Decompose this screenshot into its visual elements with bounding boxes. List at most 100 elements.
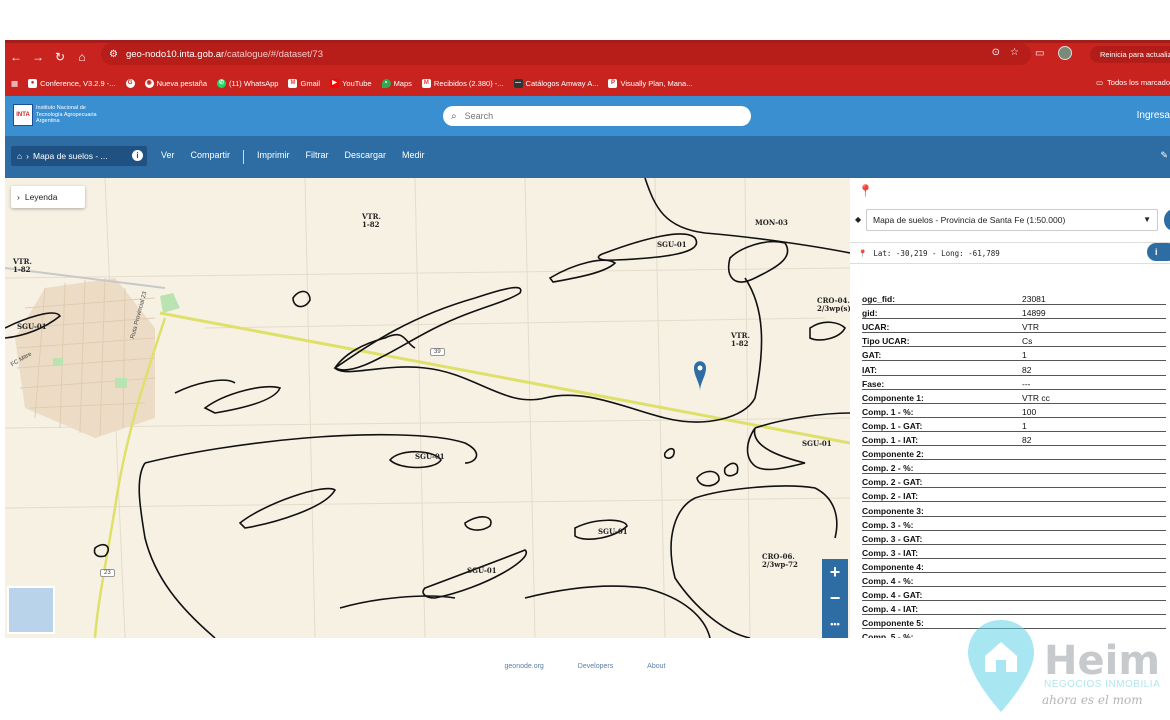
logo-line: Argentina [36,118,60,125]
coordinates-text: Lat: -30,219 - Long: -61,789 [873,248,1000,258]
attribute-key: Comp. 1 - IAT: [862,435,919,446]
home-icon[interactable]: ⌂ [71,46,93,68]
attribute-key: Comp. 2 - %: [862,463,914,474]
attribute-key: ogc_fid: [862,294,896,305]
bookmark-item[interactable]: — Catálogos Amway A... [513,78,598,88]
bookmark-item[interactable]: • Maps [381,78,412,88]
layer-select[interactable]: Mapa de suelos - Provincia de Santa Fe (… [866,209,1158,231]
site-settings-icon[interactable]: ⚙ [109,49,118,60]
layer-action-button[interactable] [1164,209,1170,231]
bookmarks-bar: ▦ ● Conference, V3.2.9 -... G ◉ Nueva pest… [5,73,1170,93]
map-drawing [5,178,850,638]
attribute-row: Comp. 1 - %: 100 [862,404,1166,418]
login-link[interactable]: Ingresa [1137,110,1170,121]
coordinates-bar: 📍 Lat: -30,219 - Long: -61,789 [850,242,1170,264]
menu-medir[interactable]: Medir [394,150,433,164]
info-button[interactable]: i [1147,243,1170,261]
legend-label: Leyenda [24,192,58,202]
attribute-value: 82 [1022,364,1032,375]
bookmark-item[interactable]: M Gmail [288,78,320,88]
forward-icon[interactable]: → [27,46,49,68]
bookmark-item[interactable]: P Visually Plan, Mana... [608,78,692,88]
map-label-sgu-5: SGU-01 [598,527,628,536]
map-label-vtr-2: VTR. 1-82 [13,257,32,274]
map-canvas[interactable]: › Leyenda VTR. 1-82 VTR. 1-82 VTR. 1-82 … [5,178,850,638]
home-icon[interactable]: ⌂ [17,151,22,161]
menu-ver[interactable]: Ver [153,150,183,164]
watermark: Heim NEGOCIOS INMOBILIA ahora es el mom [966,618,1170,718]
avatar[interactable] [1058,46,1073,60]
zoom-in-button[interactable]: + [822,559,848,585]
map-label-vtr-3: VTR. 1-82 [731,331,750,348]
chrome-icon: G [125,78,135,88]
legend-toggle[interactable]: › Leyenda [11,186,85,208]
search-bar[interactable]: ⌕ [443,106,751,126]
attribute-key: Comp. 1 - %: [862,406,914,417]
info-icon[interactable]: i [132,150,143,161]
bookmark-item[interactable]: ● Conference, V3.2.9 -... [28,78,116,88]
edit-icon[interactable]: ✎ [1160,150,1168,161]
star-icon[interactable]: ☆ [1010,47,1019,58]
all-bookmarks[interactable]: ▭ Todos los marcado [1096,78,1170,87]
zoom-out-button[interactable]: − [822,585,848,611]
attribute-row: Comp. 1 - IAT: 82 [862,432,1166,447]
location-marker[interactable] [694,361,706,391]
toolbar-menu: Ver Compartir Imprimir Filtrar Descargar… [153,150,433,164]
more-button[interactable]: ••• [822,611,848,637]
road-23-shield: 23 [100,569,115,577]
menu-filtrar[interactable]: Filtrar [298,150,337,164]
map-label-sgu-2: SGU-01 [17,322,47,331]
chevron-right-icon: › [26,151,29,161]
menu-imprimir[interactable]: Imprimir [249,150,298,164]
globe-icon: ● [28,78,38,88]
bookmark-item[interactable]: G [125,78,135,88]
attribute-row: ogc_fid: 23081 [862,291,1166,306]
attribute-key: Componente 3: [862,505,924,516]
breadcrumb[interactable]: ⌂ › Mapa de suelos - ... i [11,146,147,166]
map-label-cro-04: CRO-04. 2/3wp(s) [817,296,850,313]
attribute-row: Comp. 4 - GAT: [862,587,1166,602]
attribute-row: Comp. 1 - GAT: 1 [862,418,1166,432]
bookmark-item[interactable]: ◉ Nueva pestaña [144,78,208,88]
attribute-value: Cs [1022,336,1033,347]
maps-icon: • [381,78,391,88]
bookmark-label: Conference, V3.2.9 -... [40,78,116,88]
bookmark-label: Nueva pestaña [156,78,208,88]
search-input[interactable] [464,111,725,121]
gmail-icon: M [288,78,298,88]
attribute-value: 1 [1022,420,1027,431]
footer-link-developers[interactable]: Developers [578,663,613,670]
road-39-shield: 39 [430,348,445,356]
attribute-key: gid: [862,308,878,319]
menu-descargar[interactable]: Descargar [337,150,395,164]
youtube-icon: ▶ [330,78,340,88]
folder-icon: ▭ [1095,78,1104,87]
amway-icon: — [513,78,523,88]
bookmark-item[interactable]: ▶ YouTube [330,78,372,88]
bookmark-label: (11) WhatsApp [229,78,279,88]
bookmark-item[interactable]: ✆ (11) WhatsApp [217,78,279,88]
footer-link-geonode[interactable]: geonode.org [505,663,544,670]
attribute-row: Fase: --- [862,376,1166,390]
address-bar[interactable]: ⚙ geo-nodo10.inta.gob.ar /catalogue/#/da… [101,43,1031,65]
inta-logo[interactable]: INTA Instituto Nacional de Tecnología Ag… [13,104,97,126]
attribute-value: 1 [1022,350,1027,361]
update-button[interactable]: Reinicia para actualizar [1090,46,1170,63]
attribute-row: Comp. 2 - GAT: [862,474,1166,489]
menu-compartir[interactable]: Compartir [183,150,239,164]
back-icon[interactable]: ← [5,46,27,68]
bookmark-label: YouTube [342,78,372,88]
map-label-cro-06: CRO-06. 2/3wp-72 [762,552,798,569]
attribute-row: Comp. 3 - GAT: [862,531,1166,545]
reload-icon[interactable]: ↻ [49,46,71,68]
footer-link-about[interactable]: About [647,663,665,670]
attribute-row: UCAR: VTR [862,319,1166,334]
attribute-key: Comp. 3 - %: [862,519,914,530]
bookmark-item[interactable]: M Recibidos (2.380) -... [421,78,504,88]
browser-chrome: ← → ↻ ⌂ ⚙ geo-nodo10.inta.gob.ar /catalo… [5,40,1170,96]
location-icon[interactable]: ⊙ [992,47,1000,58]
cast-icon[interactable]: ▭ [1035,48,1044,59]
minimap[interactable] [7,586,55,634]
apps-icon[interactable]: ▦ [11,79,18,88]
page: ← → ↻ ⌂ ⚙ geo-nodo10.inta.gob.ar /catalo… [0,0,1170,720]
